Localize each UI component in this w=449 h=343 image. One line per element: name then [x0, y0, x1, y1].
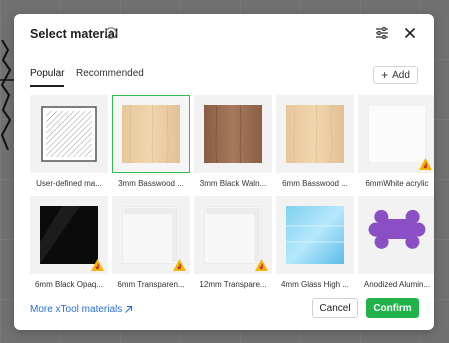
white-acrylic-swatch: [367, 104, 427, 164]
material-label: User-defined ma...: [36, 179, 102, 188]
basswood-swatch: [286, 104, 344, 164]
canvas-artwork: [0, 40, 14, 150]
material-card-6[interactable]: 6mm Black Opaq...: [30, 196, 108, 296]
material-card-9[interactable]: 4mm Glass High ...: [276, 196, 354, 296]
more-materials-link[interactable]: More xTool materials: [30, 304, 133, 315]
material-label: 6mm Black Opaq...: [34, 280, 104, 289]
material-card-3[interactable]: 3mm Black Waln...: [194, 95, 272, 195]
material-label: 12mm Transpare...: [199, 280, 267, 289]
material-thumbnail: [30, 196, 108, 274]
anodized-tag-swatch: [368, 206, 426, 264]
material-label: 3mm Black Waln...: [199, 179, 267, 188]
material-thumbnail: [358, 196, 434, 274]
material-thumbnail: [194, 196, 272, 274]
material-thumbnail: [112, 196, 190, 274]
close-icon[interactable]: [403, 26, 417, 40]
plus-icon: +: [381, 68, 389, 82]
more-materials-label: More xTool materials: [30, 304, 123, 315]
select-material-dialog: Select material Popular Recommended + Ad…: [14, 14, 434, 330]
tab-recommended[interactable]: Recommended: [76, 68, 144, 79]
dialog-header: Select material: [14, 14, 434, 54]
info-icon[interactable]: [105, 27, 117, 39]
material-label: 3mm Basswood ...: [118, 179, 184, 188]
filter-settings-icon[interactable]: [375, 26, 389, 40]
flame-warning-icon: [91, 258, 104, 271]
material-thumbnail: [276, 196, 354, 274]
external-link-icon: [125, 305, 133, 313]
material-thumbnail: [276, 95, 354, 173]
walnut-swatch: [204, 104, 262, 164]
material-label: 6mmWhite acrylic: [365, 179, 429, 188]
material-card-4[interactable]: 6mm Basswood ...: [276, 95, 354, 195]
material-thumbnail: [358, 95, 434, 173]
material-thumbnail: [30, 95, 108, 173]
material-label: 6mm Transparen...: [117, 280, 185, 289]
user-defined-swatch: [40, 105, 98, 163]
transparent-swatch: [203, 205, 263, 265]
material-card-5[interactable]: 6mmWhite acrylic: [358, 95, 434, 195]
flame-warning-icon: [173, 258, 186, 271]
material-label: 4mm Glass High ...: [280, 280, 349, 289]
material-thumbnail: [112, 95, 190, 173]
material-card-7[interactable]: 6mm Transparen...: [112, 196, 190, 296]
material-thumbnail: [194, 95, 272, 173]
add-button-label: Add: [392, 69, 410, 81]
add-material-button[interactable]: + Add: [373, 66, 418, 84]
confirm-button[interactable]: Confirm: [366, 298, 419, 318]
material-label: 6mm Basswood ...: [282, 179, 348, 188]
material-card-8[interactable]: 12mm Transpare...: [194, 196, 272, 296]
material-label: Anodized Alumin...: [363, 280, 431, 289]
glass-swatch: [286, 206, 344, 264]
tab-popular[interactable]: Popular: [30, 68, 65, 87]
flame-warning-icon: [255, 258, 268, 271]
material-card-1[interactable]: User-defined ma...: [30, 95, 108, 195]
material-card-2[interactable]: 3mm Basswood ...: [112, 95, 190, 195]
basswood-swatch: [122, 104, 180, 164]
transparent-swatch: [121, 205, 181, 265]
material-card-10[interactable]: Anodized Alumin...: [358, 196, 434, 296]
black-acrylic-swatch: [40, 206, 98, 264]
cancel-button[interactable]: Cancel: [312, 298, 358, 318]
flame-warning-icon: [419, 157, 432, 170]
